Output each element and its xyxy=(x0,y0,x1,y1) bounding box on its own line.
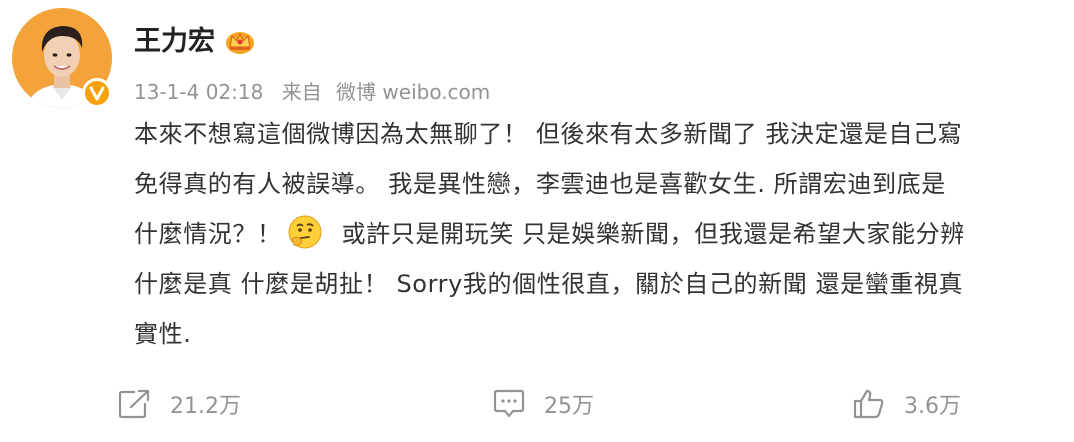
content-fragment: 或許只是開玩笑 只是娛樂新聞，但我還是希望大家能分辨 xyxy=(341,220,965,248)
repost-count: 21.2万 xyxy=(170,394,241,419)
source-link[interactable]: 微博 weibo.com xyxy=(336,80,490,104)
post-meta: 13-1-4 02:18 来自 微博 weibo.com xyxy=(134,78,490,106)
post-content: 本來不想寫這個微博因為太無聊了！ 但後來有太多新聞了 我決定還是自己寫 免得真的… xyxy=(134,116,1059,366)
content-line: 實性. xyxy=(134,320,192,348)
author-name-text[interactable]: 王力宏 xyxy=(134,24,215,60)
comment-icon xyxy=(493,389,525,418)
content-line-with-emoji: 什麼情況？！ 或許只是開玩笑 只是娛樂新聞，但我還是希望大家能分辨 xyxy=(134,213,1059,252)
content-fragment: 什麼情況？！ xyxy=(134,220,282,248)
content-line: 本來不想寫這個微博因為太無聊了！ 但後來有太多新聞了 我決定還是自己寫 xyxy=(134,120,963,148)
comment-button[interactable]: 25万 xyxy=(492,388,594,420)
source-prefix: 来自 xyxy=(281,80,322,104)
like-icon xyxy=(853,389,884,419)
post-timestamp[interactable]: 13-1-4 02:18 xyxy=(134,80,263,104)
weibo-post: 王力宏 13-1-4 02:18 来自 微博 weibo.com 本來不想寫這個… xyxy=(0,0,1074,442)
repost-button[interactable]: 21.2万 xyxy=(118,388,241,420)
comment-count: 25万 xyxy=(544,394,594,419)
crown-icon[interactable] xyxy=(225,29,255,55)
verified-badge-icon xyxy=(82,78,112,108)
content-line: 免得真的有人被誤導。 我是異性戀，李雲迪也是喜歡女生. 所謂宏迪到底是 xyxy=(134,170,946,198)
like-count: 3.6万 xyxy=(904,394,961,419)
like-button[interactable]: 3.6万 xyxy=(852,388,961,420)
content-line: 什麼是真 什麼是胡扯！ Sorry我的個性很直，關於自己的新聞 還是蠻重視真 xyxy=(134,270,964,298)
author-name[interactable]: 王力宏 xyxy=(134,24,255,60)
avatar-container[interactable] xyxy=(12,8,114,110)
repost-icon xyxy=(118,389,150,419)
action-bar: 21.2万 25万 3.6万 xyxy=(0,388,1074,424)
thinking-emoji-icon xyxy=(286,213,324,251)
